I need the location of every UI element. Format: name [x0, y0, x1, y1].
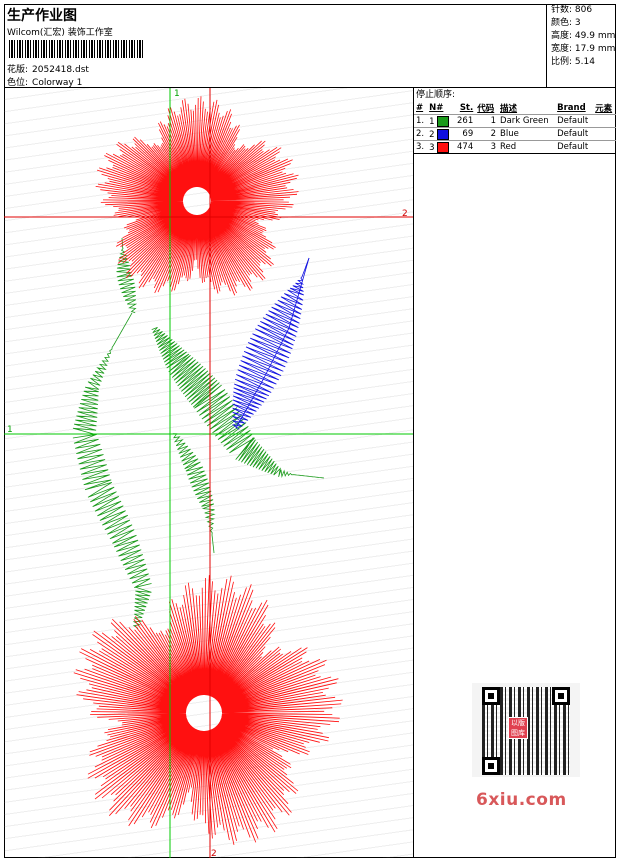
header-info: 生产作业图 Wilcom(汇宏) 装饰工作室 花版: 2052418.dst 色位… — [4, 4, 547, 88]
stem-mid-stitches — [172, 433, 216, 554]
stop-sequence-panel: 停止顺序: # N# St. 代码 描述 Brand 元素 1. 1 261 1… — [414, 88, 616, 154]
stat-stitches: 针数: 806 — [548, 4, 616, 17]
embroidery-drawing: 1 2 1 2 — [4, 88, 413, 858]
stat-colors: 颜色: 3 — [548, 17, 616, 30]
row-stitches: 261 — [453, 114, 476, 128]
col-header: St. — [459, 103, 474, 113]
row-element — [593, 140, 616, 154]
stop-sequence-table: # N# St. 代码 描述 Brand 元素 1. 1 261 1 Dark … — [414, 102, 616, 154]
col-header: 描述 — [500, 104, 518, 114]
col-header: 元素 — [595, 104, 613, 114]
col-header: N# — [429, 103, 444, 113]
color-swatch — [437, 141, 450, 153]
table-header-row: # N# St. 代码 描述 Brand 元素 — [414, 102, 616, 115]
qr-finder — [482, 757, 500, 775]
row-needle: 1 — [427, 114, 454, 128]
colorway-label: 色位: — [7, 78, 29, 88]
stat-value: 5.14 — [574, 57, 595, 67]
stat-value: 49.9 mm — [574, 31, 616, 41]
col-header: # — [416, 103, 424, 113]
design-file-row: 花版: 2052418.dst — [7, 62, 89, 75]
needle-number: 2 — [429, 129, 435, 140]
stat-value: 17.9 mm — [574, 44, 616, 54]
axis-label-h-right: 2 — [402, 209, 408, 219]
axis-label-v-top: 1 — [174, 89, 180, 99]
design-stats: 针数: 806 颜色: 3 高度: 49.9 mm 宽度: 17.9 mm 比例… — [548, 4, 616, 69]
row-code: 2 — [475, 127, 499, 141]
row-seq: 2. — [414, 127, 428, 141]
axis-label-v-bottom: 2 — [211, 849, 217, 858]
stat-scale: 比例: 5.14 — [548, 56, 616, 69]
row-code: 1 — [475, 114, 499, 128]
row-description: Dark Green — [498, 114, 556, 128]
row-description: Blue — [498, 127, 556, 141]
row-brand: Default — [555, 127, 594, 141]
color-swatch — [437, 115, 450, 127]
table-row[interactable]: 3. 3 474 3 Red Default — [414, 140, 616, 154]
col-header: Brand — [557, 103, 586, 113]
stem-left-stitches — [72, 312, 152, 629]
table-row[interactable]: 1. 1 261 1 Dark Green Default — [414, 114, 616, 128]
row-seq: 3. — [414, 140, 428, 154]
company-name: Wilcom(汇宏) 装饰工作室 — [7, 28, 113, 38]
design-preview[interactable]: 1 2 1 2 — [4, 88, 414, 858]
stat-label: 宽度: — [551, 44, 573, 54]
colorway-row: 色位: Colorway 1 — [7, 75, 82, 88]
stat-label: 针数: — [551, 5, 573, 15]
stat-value: 806 — [574, 5, 593, 15]
color-swatch — [437, 128, 450, 140]
row-stitches: 474 — [453, 140, 476, 154]
barcode — [9, 40, 143, 58]
stat-width: 宽度: 17.9 mm — [548, 43, 616, 56]
qr-watermark: 以版图库 — [472, 683, 580, 777]
needle-number: 1 — [429, 116, 435, 127]
stat-label: 高度: — [551, 31, 573, 41]
colorway-value: Colorway 1 — [32, 78, 83, 88]
row-stitches: 69 — [453, 127, 476, 141]
stat-label: 颜色: — [551, 18, 573, 28]
stat-height: 高度: 49.9 mm — [548, 30, 616, 43]
site-watermark: 6xiu.com — [476, 790, 567, 810]
leaf-stitches — [232, 257, 310, 430]
qr-finder — [552, 687, 570, 705]
worksheet-header: 生产作业图 Wilcom(汇宏) 装饰工作室 花版: 2052418.dst 色位… — [4, 4, 616, 88]
stat-value: 3 — [574, 18, 581, 28]
design-file-value: 2052418.dst — [32, 65, 89, 75]
axis-label-h-left: 1 — [7, 425, 13, 435]
row-brand: Default — [555, 140, 594, 154]
leaf-blue-stitches — [232, 257, 310, 430]
row-needle: 3 — [427, 140, 454, 154]
qr-logo: 以版图库 — [508, 717, 528, 739]
col-header: 代码 — [477, 104, 495, 114]
row-seq: 1. — [414, 114, 428, 128]
needle-number: 3 — [429, 142, 435, 153]
row-brand: Default — [555, 114, 594, 128]
row-element — [593, 114, 616, 128]
flower-stitches — [73, 96, 343, 845]
qr-finder — [482, 687, 500, 705]
table-row[interactable]: 2. 2 69 2 Blue Default — [414, 127, 616, 141]
row-needle: 2 — [427, 127, 454, 141]
stat-label: 比例: — [551, 57, 573, 67]
row-code: 3 — [475, 140, 499, 154]
row-description: Red — [498, 140, 556, 154]
row-element — [593, 127, 616, 141]
stem-stitches — [72, 237, 325, 629]
page-title: 生产作业图 — [7, 8, 77, 24]
flower-bottom-stitches — [73, 575, 343, 845]
stop-sequence-title: 停止顺序: — [416, 90, 456, 100]
design-file-label: 花版: — [7, 65, 29, 75]
